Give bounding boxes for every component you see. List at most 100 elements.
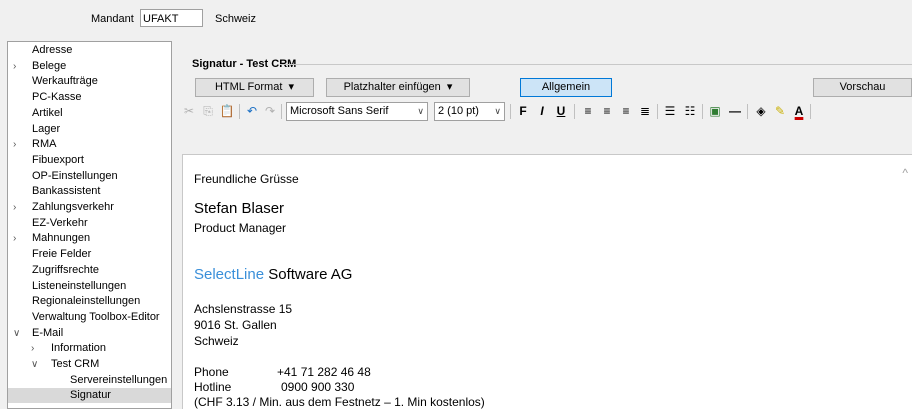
sidebar-item-pc-kasse[interactable]: PC-Kasse: [8, 90, 171, 105]
sidebar-item-label: EZ-Verkehr: [32, 216, 88, 229]
sidebar-item-label: Lager: [32, 122, 61, 135]
signer-name: Stefan Blaser: [194, 200, 285, 217]
numbered-list-icon[interactable]: ☰: [662, 103, 678, 119]
sidebar-item-artikel[interactable]: Artikel: [8, 106, 171, 121]
sidebar-item-label: Zahlungsverkehr: [32, 201, 114, 213]
sidebar-item-ez-verkehr[interactable]: EZ-Verkehr: [8, 216, 171, 231]
chevron-down-icon: ∨: [494, 106, 501, 116]
italic-button[interactable]: I: [534, 103, 550, 119]
sidebar-item-listeneinstellungen[interactable]: Listeneinstellungen: [8, 279, 171, 294]
font-size-value: 2 (10 pt): [438, 105, 479, 117]
mandant-name: Schweiz: [215, 13, 256, 25]
chevron-right-icon[interactable]: ›: [13, 137, 23, 152]
placeholder-label: Platzhalter einfügen: [343, 81, 441, 93]
sidebar-item-label: Signatur: [70, 389, 111, 402]
sidebar-item-servereinstellungen[interactable]: Servereinstellungen: [8, 373, 171, 388]
expand-down-icon[interactable]: ∨: [13, 326, 23, 341]
sidebar-item-label: Servereinstellungen: [70, 373, 168, 386]
address-city: 9016 St. Gallen: [194, 318, 277, 332]
sidebar-item-label: Information: [51, 342, 107, 355]
copy-icon[interactable]: ⎘: [200, 103, 216, 119]
sidebar-item-label: Mahnungen: [32, 232, 91, 245]
signature-panel: Signatur - Test CRM HTML Format ▾ Platzh…: [176, 41, 912, 409]
chevron-down-icon: ∨: [417, 106, 424, 116]
allgemein-button[interactable]: Allgemein: [520, 78, 612, 97]
chevron-right-icon[interactable]: ›: [13, 59, 23, 74]
sidebar-item-label: Adresse: [32, 44, 73, 56]
mandant-field[interactable]: UFAKT: [140, 9, 203, 27]
insert-image-icon[interactable]: ▣: [707, 103, 723, 119]
sidebar-item-regionaleinstellungen[interactable]: Regionaleinstellungen: [8, 294, 171, 309]
sidebar-item-label: Verwaltung Toolbox-Editor: [32, 310, 160, 323]
company-brand: SelectLine: [194, 266, 265, 283]
chevron-right-icon[interactable]: ›: [13, 200, 23, 215]
sidebar-item-freie-felder[interactable]: Freie Felder: [8, 247, 171, 262]
insert-placeholder-dropdown[interactable]: Platzhalter einfügen ▾: [326, 78, 470, 97]
phone-label: Phone: [194, 365, 229, 379]
align-left-icon[interactable]: ≡: [580, 103, 596, 119]
sidebar-item-mahnungen[interactable]: › Mahnungen: [8, 231, 171, 246]
sidebar-item-label: PC-Kasse: [32, 91, 82, 104]
sidebar-item-signatur[interactable]: Signatur: [8, 388, 171, 404]
greeting-text: Freundliche Grüsse: [194, 172, 299, 186]
sidebar-item-label: Regionaleinstellungen: [32, 295, 141, 308]
fill-color-icon[interactable]: ◈: [753, 103, 769, 119]
html-format-dropdown[interactable]: HTML Format ▾: [195, 78, 314, 97]
signature-editor[interactable]: ^ Freundliche Grüsse Stefan Blaser Produ…: [182, 154, 912, 409]
font-family-select[interactable]: Microsoft Sans Serif ∨: [286, 102, 428, 121]
sidebar-item-test-crm[interactable]: ∨ Test CRM: [8, 357, 171, 372]
bold-button[interactable]: F: [515, 103, 531, 119]
align-right-icon[interactable]: ≡: [618, 103, 634, 119]
sidebar-item-bankassistent[interactable]: Bankassistent: [8, 184, 171, 199]
html-format-label: HTML Format: [214, 81, 283, 93]
sidebar-item-e-mail[interactable]: ∨ E-Mail: [8, 326, 171, 341]
sidebar-item-lager[interactable]: Lager: [8, 122, 171, 137]
header-bar: Mandant UFAKT Schweiz: [0, 0, 912, 36]
sidebar-item-fibuexport[interactable]: Fibuexport: [8, 153, 171, 168]
sidebar-item-werkauftr-ge[interactable]: Werkaufträge: [8, 74, 171, 89]
sidebar-item-verwaltung-toolbox-editor[interactable]: Verwaltung Toolbox-Editor: [8, 310, 171, 325]
sidebar-item-zugriffsrechte[interactable]: Zugriffsrechte: [8, 263, 171, 278]
mandant-label: Mandant: [91, 13, 134, 25]
redo-icon[interactable]: ↷: [262, 103, 278, 119]
sidebar-item-rma[interactable]: › RMA: [8, 137, 171, 152]
chevron-down-icon: ▾: [443, 81, 453, 93]
company-rest: Software AG: [264, 266, 353, 283]
sidebar-item-adresse[interactable]: Adresse: [8, 43, 171, 58]
align-center-icon[interactable]: ≡: [599, 103, 615, 119]
sidebar-item-label: Test CRM: [51, 358, 100, 370]
address-country: Schweiz: [194, 334, 239, 348]
hotline-label: Hotline: [194, 380, 232, 394]
sidebar-item-zahlungsverkehr[interactable]: › Zahlungsverkehr: [8, 200, 171, 215]
sidebar-item-label: RMA: [32, 138, 57, 151]
sidebar-item-label: Listeneinstellungen: [32, 279, 127, 292]
font-color-icon[interactable]: A: [791, 103, 807, 119]
font-size-select[interactable]: 2 (10 pt) ∨: [434, 102, 505, 121]
hotline-value: 0900 900 330: [281, 380, 355, 394]
settings-tree[interactable]: Adresse › Belege Werkaufträge PC-Kasse Artike…: [7, 41, 172, 409]
sidebar-item-belege[interactable]: › Belege: [8, 59, 171, 74]
sidebar-item-label: E-Mail: [32, 326, 64, 339]
chevron-down-icon: ▾: [285, 81, 295, 93]
sidebar-item-information[interactable]: › Information: [8, 341, 171, 356]
bullet-list-icon[interactable]: ☷: [682, 103, 698, 119]
scroll-up-icon[interactable]: ^: [902, 166, 908, 180]
expand-down-icon[interactable]: ∨: [31, 357, 41, 372]
format-toolbar: ✂ ⎘ 📋 ↶ ↷ Microsoft Sans Serif ∨ 2 (10 p…: [176, 101, 912, 123]
sidebar-item-label: Bankassistent: [32, 185, 101, 198]
highlight-icon[interactable]: ✎: [772, 103, 788, 119]
cut-icon[interactable]: ✂: [181, 103, 197, 119]
sidebar-item-op-einstellungen[interactable]: OP-Einstellungen: [8, 169, 171, 184]
chevron-right-icon[interactable]: ›: [13, 231, 23, 246]
company-name: SelectLine Software AG: [194, 266, 352, 283]
horizontal-line-icon[interactable]: —: [727, 103, 743, 119]
align-justify-icon[interactable]: ≣: [637, 103, 653, 119]
sidebar-item-label: Werkaufträge: [32, 75, 98, 88]
underline-button[interactable]: U: [553, 103, 569, 119]
preview-button[interactable]: Vorschau: [813, 78, 912, 97]
phone-value: +41 71 282 46 48: [277, 365, 371, 379]
paste-icon[interactable]: 📋: [219, 103, 235, 119]
undo-icon[interactable]: ↶: [244, 103, 260, 119]
chevron-right-icon[interactable]: ›: [31, 341, 41, 356]
sidebar-item-label: OP-Einstellungen: [32, 169, 118, 182]
